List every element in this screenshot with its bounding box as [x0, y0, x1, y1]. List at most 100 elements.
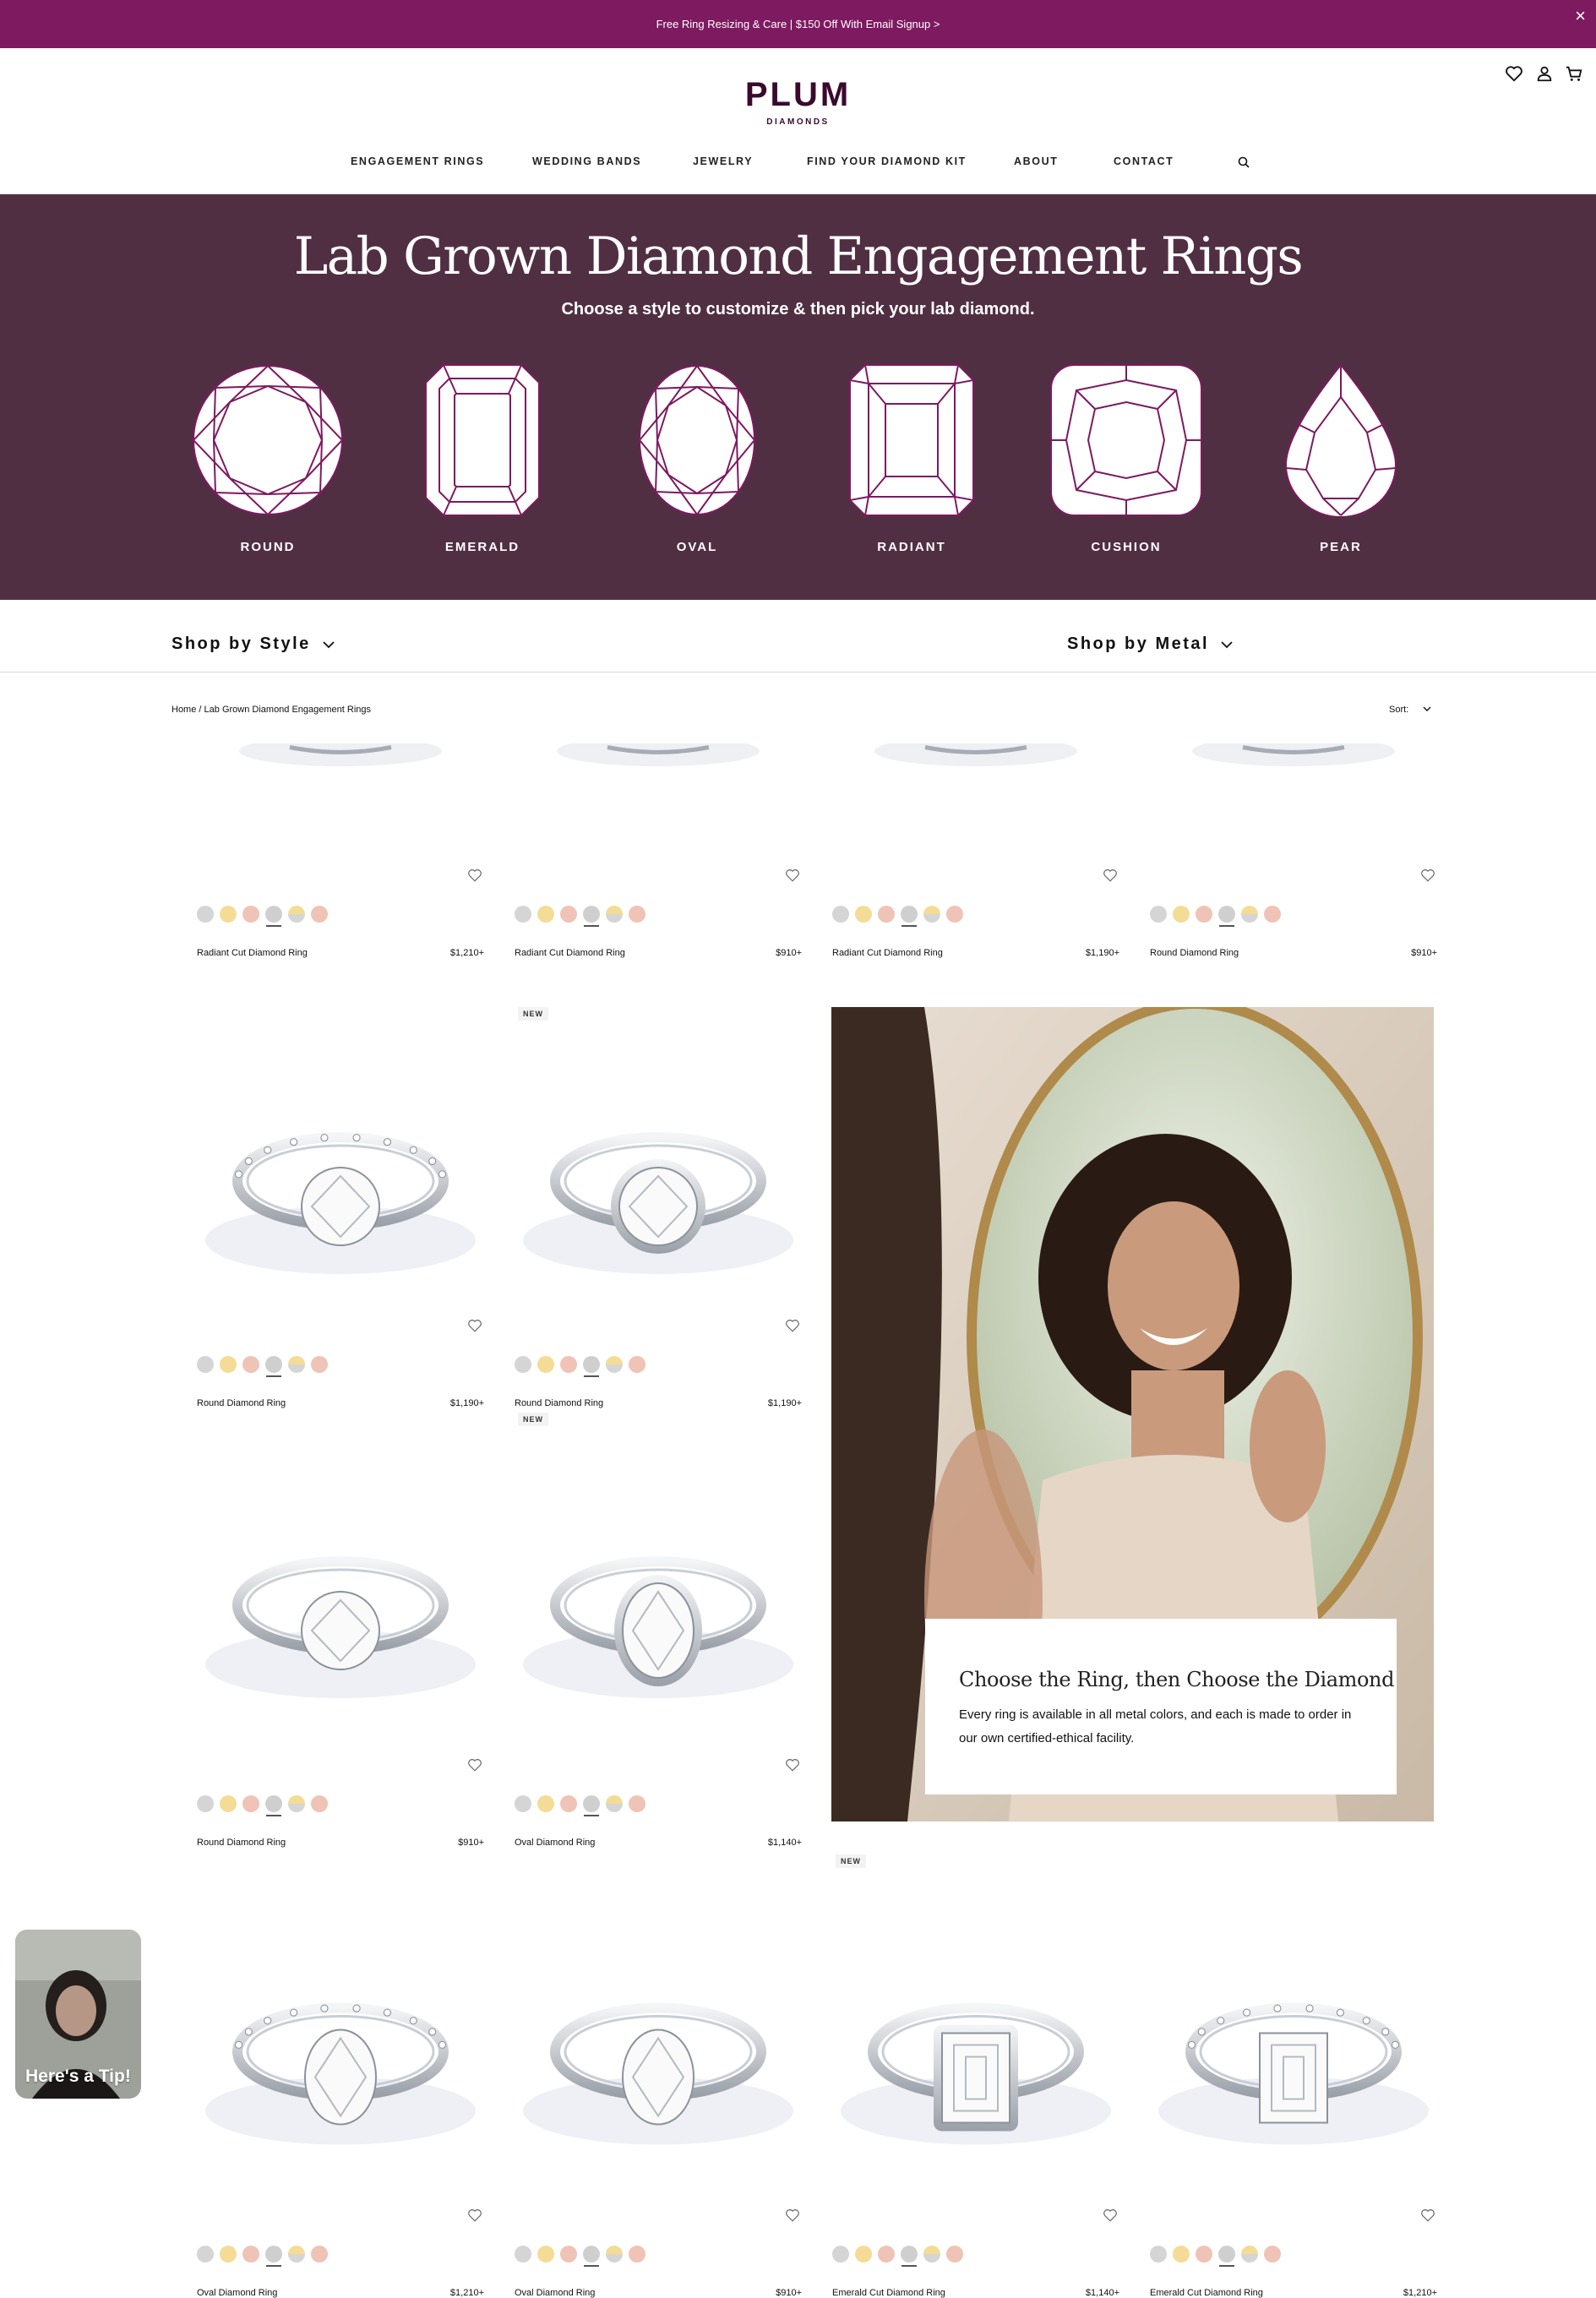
product-image[interactable] — [197, 743, 484, 820]
shape-label-cushion[interactable]: CUSHION — [1042, 540, 1211, 554]
metal-swatch[interactable] — [288, 2246, 305, 2263]
metal-swatch[interactable] — [923, 2246, 940, 2263]
wishlist-heart-icon[interactable] — [1103, 868, 1118, 883]
metal-swatch[interactable] — [1218, 906, 1235, 927]
metal-swatch[interactable] — [265, 1356, 282, 1377]
metal-swatch[interactable] — [537, 1356, 554, 1373]
product-name[interactable]: Emerald Cut Diamond Ring — [832, 2288, 945, 2298]
metal-swatch[interactable] — [220, 2246, 237, 2263]
shape-label-oval[interactable]: OVAL — [613, 540, 782, 554]
metal-swatch[interactable] — [560, 1795, 577, 1812]
announcement-text[interactable]: Free Ring Resizing & Care | $150 Off Wit… — [656, 18, 940, 30]
shape-label-round[interactable]: ROUND — [183, 540, 352, 554]
metal-swatch[interactable] — [197, 1795, 214, 1812]
metal-swatch[interactable] — [560, 906, 577, 923]
product-name[interactable]: Round Diamond Ring — [515, 1398, 603, 1408]
product-image[interactable] — [1150, 1888, 1437, 2201]
metal-swatch[interactable] — [855, 906, 872, 923]
heart-icon[interactable] — [1505, 64, 1523, 83]
metal-swatch[interactable] — [311, 2246, 328, 2263]
metal-swatch[interactable] — [1150, 906, 1167, 923]
metal-swatch[interactable] — [288, 1795, 305, 1812]
metal-swatch[interactable] — [583, 1356, 600, 1377]
metal-swatch[interactable] — [946, 906, 963, 923]
product-name[interactable]: Round Diamond Ring — [197, 1838, 286, 1848]
product-image[interactable] — [197, 1446, 484, 1751]
close-icon[interactable]: × — [1575, 7, 1586, 25]
shop-by-style-dropdown[interactable]: Shop by Style — [172, 634, 335, 654]
wishlist-heart-icon[interactable] — [1103, 2208, 1118, 2223]
wishlist-heart-icon[interactable] — [1420, 868, 1435, 883]
nav-engagement-rings[interactable]: ENGAGEMENT RINGS — [351, 155, 484, 167]
product-name[interactable]: Oval Diamond Ring — [515, 2288, 595, 2298]
metal-swatch[interactable] — [583, 2246, 600, 2267]
metal-swatch[interactable] — [220, 906, 237, 923]
product-image[interactable] — [197, 1888, 484, 2201]
metal-swatch[interactable] — [265, 1795, 282, 1816]
product-image[interactable] — [515, 1888, 802, 2201]
metal-swatch[interactable] — [832, 906, 849, 923]
product-image[interactable] — [515, 743, 802, 820]
logo[interactable]: PLUM — [0, 76, 1596, 114]
nav-find-your-diamond-kit[interactable]: FIND YOUR DIAMOND KIT — [807, 155, 967, 167]
metal-swatch[interactable] — [878, 906, 895, 923]
product-name[interactable]: Oval Diamond Ring — [197, 2288, 277, 2298]
shape-round[interactable] — [188, 363, 348, 517]
metal-swatch[interactable] — [901, 2246, 918, 2267]
wishlist-heart-icon[interactable] — [785, 868, 800, 883]
metal-swatch[interactable] — [242, 906, 259, 923]
sort-dropdown[interactable]: Sort: — [1389, 705, 1431, 715]
shop-by-metal-dropdown[interactable]: Shop by Metal — [1067, 634, 1233, 654]
metal-swatch[interactable] — [923, 906, 940, 923]
metal-swatch[interactable] — [901, 906, 918, 927]
shape-pear[interactable] — [1261, 363, 1421, 517]
metal-swatch[interactable] — [265, 906, 282, 927]
metal-swatch[interactable] — [606, 1795, 623, 1812]
metal-swatch[interactable] — [265, 2246, 282, 2267]
metal-swatch[interactable] — [197, 1356, 214, 1373]
metal-swatch[interactable] — [1173, 2246, 1190, 2263]
shape-oval[interactable] — [617, 363, 777, 517]
wishlist-heart-icon[interactable] — [467, 868, 482, 883]
metal-swatch[interactable] — [560, 1356, 577, 1373]
wishlist-heart-icon[interactable] — [785, 1318, 800, 1333]
wishlist-heart-icon[interactable] — [785, 1757, 800, 1773]
metal-swatch[interactable] — [629, 1795, 645, 1812]
metal-swatch[interactable] — [878, 2246, 895, 2263]
wishlist-heart-icon[interactable] — [785, 2208, 800, 2223]
search-icon[interactable] — [1238, 156, 1250, 168]
breadcrumb-home[interactable]: Home — [172, 705, 196, 715]
nav-about[interactable]: ABOUT — [1014, 155, 1058, 167]
product-image[interactable] — [832, 1888, 1119, 2201]
shape-emerald[interactable] — [402, 363, 563, 517]
product-image[interactable] — [197, 1041, 484, 1311]
wishlist-heart-icon[interactable] — [467, 1757, 482, 1773]
metal-swatch[interactable] — [220, 1795, 237, 1812]
nav-wedding-bands[interactable]: WEDDING BANDS — [532, 155, 641, 167]
wishlist-heart-icon[interactable] — [467, 1318, 482, 1333]
metal-swatch[interactable] — [560, 2246, 577, 2263]
shape-label-radiant[interactable]: RADIANT — [827, 540, 996, 554]
metal-swatch[interactable] — [629, 2246, 645, 2263]
metal-swatch[interactable] — [311, 1795, 328, 1812]
metal-swatch[interactable] — [1173, 906, 1190, 923]
metal-swatch[interactable] — [1150, 2246, 1167, 2263]
product-name[interactable]: Round Diamond Ring — [197, 1398, 286, 1408]
account-icon[interactable] — [1535, 64, 1554, 83]
metal-swatch[interactable] — [242, 1356, 259, 1373]
metal-swatch[interactable] — [537, 906, 554, 923]
metal-swatch[interactable] — [220, 1356, 237, 1373]
metal-swatch[interactable] — [288, 1356, 305, 1373]
metal-swatch[interactable] — [311, 906, 328, 923]
metal-swatch[interactable] — [629, 906, 645, 923]
metal-swatch[interactable] — [583, 1795, 600, 1816]
metal-swatch[interactable] — [242, 2246, 259, 2263]
tip-label[interactable]: Here's a Tip! — [25, 2067, 131, 2087]
product-name[interactable]: Radiant Cut Diamond Ring — [832, 948, 943, 958]
metal-swatch[interactable] — [537, 1795, 554, 1812]
metal-swatch[interactable] — [197, 2246, 214, 2263]
product-image[interactable] — [832, 743, 1119, 820]
nav-jewelry[interactable]: JEWELRY — [693, 155, 753, 167]
product-image[interactable] — [515, 1041, 802, 1311]
metal-swatch[interactable] — [515, 906, 531, 923]
